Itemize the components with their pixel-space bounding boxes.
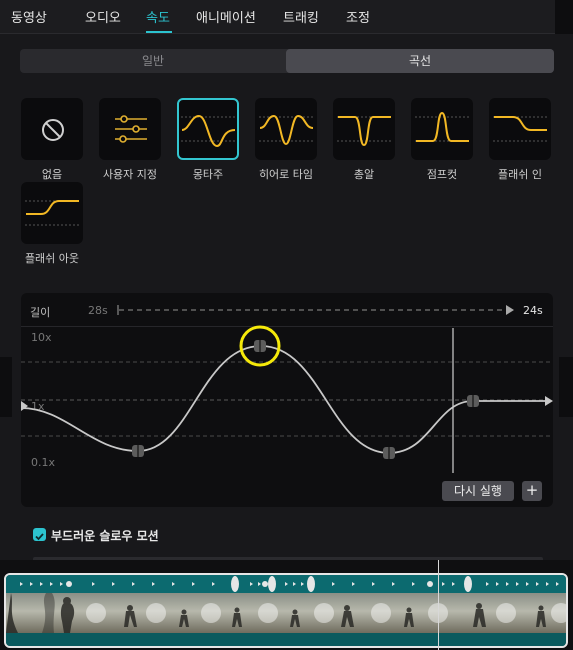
preset-label: 점프컷 [426, 168, 458, 181]
property-tabs: 동영상 오디오 속도 애니메이션 트래킹 조정 [0, 0, 573, 34]
speed-curve-editor: 길이 28s 24s 10x 1x 0.1x 다시 실행 + [21, 293, 553, 507]
hero-time-curve-icon [259, 114, 314, 146]
smooth-slow-motion-checkbox[interactable] [33, 528, 46, 541]
preset-flash-out[interactable]: 플래쉬 아웃 [21, 182, 83, 266]
tab-tracking[interactable]: 트래킹 [283, 7, 319, 26]
curve-point-2[interactable] [254, 340, 266, 352]
jump-cut-curve-icon [415, 111, 469, 142]
tab-audio[interactable]: 오디오 [85, 7, 121, 26]
bullet-curve-icon [337, 116, 391, 147]
curve-graph[interactable] [21, 293, 553, 507]
curve-point-4[interactable] [467, 395, 479, 407]
preset-custom[interactable]: 사용자 지정 [99, 98, 161, 182]
left-edge-handle [0, 357, 12, 417]
preset-hero-time[interactable]: 히어로 타임 [255, 98, 317, 182]
reset-button[interactable]: 다시 실행 [442, 481, 514, 501]
preset-none[interactable]: 없음 [21, 98, 83, 182]
preset-flash-in[interactable]: 플래쉬 인 [489, 98, 551, 182]
curve-point-1[interactable] [132, 445, 144, 457]
timeline [0, 560, 573, 650]
preset-label: 몽타주 [192, 168, 224, 181]
tab-video[interactable]: 동영상 [11, 7, 47, 26]
tab-speed[interactable]: 속도 [146, 7, 170, 26]
preset-label: 히어로 타임 [258, 168, 314, 181]
clip-audio-band [6, 633, 566, 646]
active-tab-indicator [146, 31, 172, 33]
preset-label: 사용자 지정 [102, 168, 158, 181]
tab-adjust[interactable]: 조정 [346, 7, 370, 26]
mode-curve-option[interactable]: 곡선 [286, 49, 554, 73]
smooth-slow-motion-label: 부드러운 슬로우 모션 [51, 529, 159, 543]
tab-animation[interactable]: 애니메이션 [196, 7, 256, 26]
preset-montage[interactable]: 몽타주 [177, 98, 239, 182]
montage-curve-icon [181, 114, 236, 148]
timeline-playhead[interactable] [438, 560, 439, 650]
custom-sliders-icon [115, 115, 147, 143]
right-edge-handle [559, 357, 573, 417]
check-icon [35, 533, 44, 541]
flash-out-curve-icon [25, 200, 79, 226]
preset-jump-cut[interactable]: 점프컷 [411, 98, 473, 182]
none-icon [42, 119, 64, 141]
mode-normal-option[interactable]: 일반 [20, 49, 286, 73]
preset-label: 없음 [41, 168, 63, 181]
add-point-button[interactable]: + [522, 481, 542, 501]
video-clip[interactable] [4, 573, 568, 648]
preset-label: 총알 [353, 168, 375, 181]
preset-bullet[interactable]: 총알 [333, 98, 395, 182]
speed-curve-strip [6, 575, 566, 593]
curve-point-3[interactable] [383, 447, 395, 459]
clip-thumbnails [6, 593, 566, 633]
panel-edge [555, 0, 573, 34]
flash-in-curve-icon [493, 116, 547, 142]
speed-mode-toggle: 일반 곡선 [20, 49, 554, 73]
preset-label: 플래쉬 인 [498, 168, 542, 181]
preset-label: 플래쉬 아웃 [24, 252, 80, 265]
